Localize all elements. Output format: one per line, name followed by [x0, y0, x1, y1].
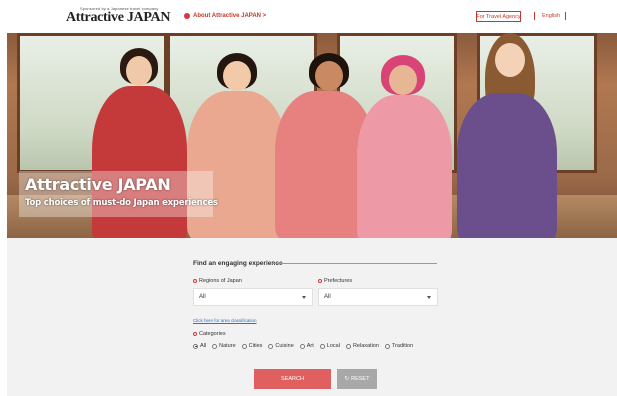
- category-option-cities[interactable]: Cities: [241, 343, 263, 349]
- hero-banner: Attractive JAPAN Top choices of must-do …: [7, 33, 617, 238]
- category-label: Cities: [248, 343, 263, 349]
- prefectures-label-text: Prefectures: [324, 278, 353, 284]
- radio-icon: [299, 343, 305, 349]
- language-selector[interactable]: English: [542, 13, 560, 19]
- site-logo[interactable]: Sponsored by a Japanese travel company A…: [66, 6, 170, 28]
- prefectures-label: Prefectures: [318, 278, 352, 284]
- category-radio-group: All Nature Cities Cuisine Art Local Rela…: [193, 343, 413, 349]
- category-option-nature[interactable]: Nature: [212, 343, 236, 349]
- category-label: Art: [306, 343, 314, 349]
- category-label: Relaxation: [352, 343, 379, 349]
- radio-icon: [212, 343, 218, 349]
- search-heading: Find an engaging experience: [193, 260, 283, 267]
- refresh-icon: ↻: [344, 376, 350, 382]
- category-label: Tradition: [391, 343, 414, 349]
- required-dot-icon: [318, 279, 322, 283]
- travel-agency-button[interactable]: For Travel Agency: [476, 11, 521, 22]
- category-label: All: [200, 343, 207, 349]
- header-divider: [565, 12, 566, 20]
- category-label: Cuisine: [275, 343, 294, 349]
- required-dot-icon: [193, 332, 197, 336]
- prefectures-select[interactable]: All: [318, 288, 438, 306]
- heading-divider: [272, 263, 437, 264]
- flower-icon: [184, 13, 190, 19]
- reset-button[interactable]: ↻ RESET: [337, 369, 377, 389]
- hero-title: Attractive JAPAN: [25, 175, 171, 194]
- hero-title-box: Attractive JAPAN Top choices of must-do …: [19, 171, 218, 217]
- about-link-label: About Attractive JAPAN >: [193, 13, 267, 19]
- regions-label-text: Regions of Japan: [199, 278, 242, 284]
- area-classification-link[interactable]: Click here for area classification: [193, 318, 257, 323]
- hero-subtitle: Top choices of must-do Japan experiences: [25, 198, 218, 208]
- required-dot-icon: [193, 279, 197, 283]
- category-option-cuisine[interactable]: Cuisine: [268, 343, 294, 349]
- search-panel: Find an engaging experience Regions of J…: [7, 238, 617, 396]
- category-label: Nature: [219, 343, 236, 349]
- regions-select-value: All: [199, 294, 206, 300]
- category-label: Local: [326, 343, 340, 349]
- radio-icon: [319, 343, 325, 349]
- radio-checked-icon: [193, 343, 198, 349]
- category-option-local[interactable]: Local: [319, 343, 340, 349]
- chevron-down-icon: [302, 296, 306, 299]
- chevron-down-icon: [427, 296, 431, 299]
- categories-label: Categories: [193, 331, 226, 337]
- search-button[interactable]: SEARCH: [254, 369, 331, 389]
- radio-icon: [384, 343, 390, 349]
- radio-icon: [268, 343, 274, 349]
- category-option-tradition[interactable]: Tradition: [384, 343, 414, 349]
- reset-button-label: RESET: [351, 376, 370, 382]
- category-option-all[interactable]: All: [193, 343, 206, 349]
- site-header: Sponsored by a Japanese travel company A…: [0, 0, 617, 33]
- regions-label: Regions of Japan: [193, 278, 242, 284]
- logo-name: Attractive JAPAN: [66, 10, 171, 25]
- radio-icon: [345, 343, 351, 349]
- radio-icon: [241, 343, 247, 349]
- category-option-relaxation[interactable]: Relaxation: [345, 343, 379, 349]
- header-divider: [534, 12, 535, 20]
- about-link[interactable]: About Attractive JAPAN >: [184, 13, 266, 19]
- category-option-art[interactable]: Art: [299, 343, 314, 349]
- regions-select[interactable]: All: [193, 288, 313, 306]
- prefectures-select-value: All: [324, 294, 331, 300]
- categories-label-text: Categories: [199, 331, 226, 337]
